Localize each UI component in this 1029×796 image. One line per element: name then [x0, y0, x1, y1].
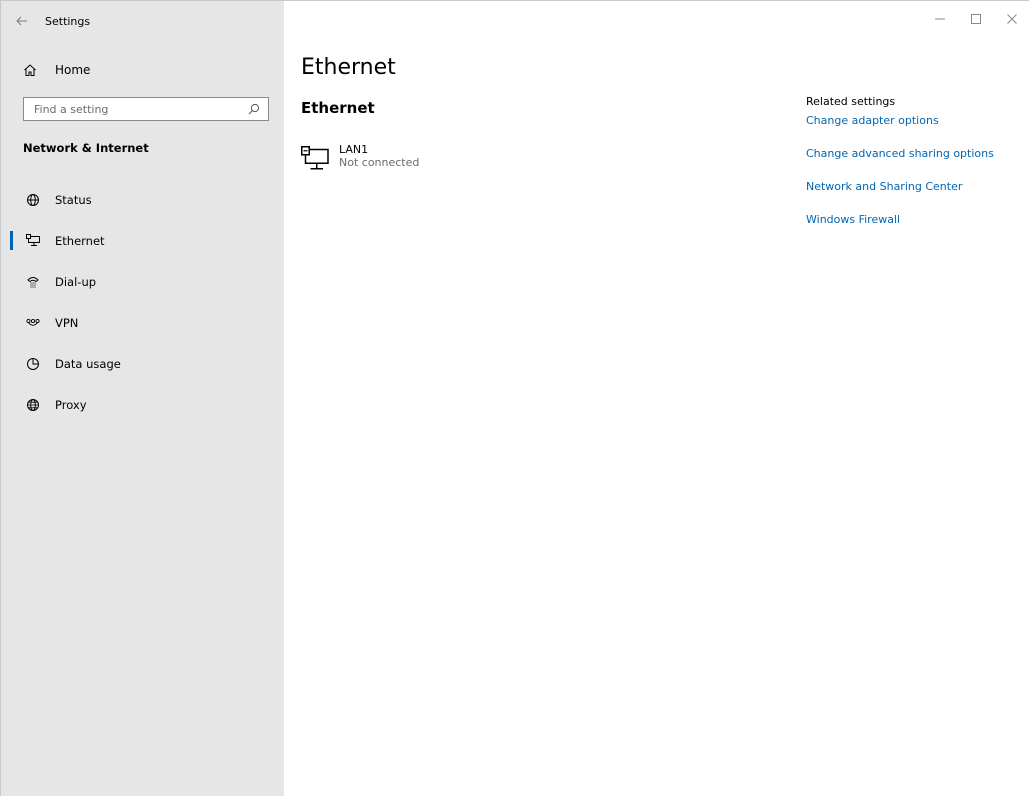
minimize-icon	[935, 18, 945, 20]
related-settings: Related settings Change adapter options …	[806, 95, 994, 246]
settings-window: Settings Home Network & Internet	[0, 0, 1029, 796]
adapter-text: LAN1 Not connected	[339, 143, 419, 170]
adapter-name: LAN1	[339, 143, 369, 156]
sidebar-item-data-usage[interactable]: Data usage	[1, 343, 284, 384]
app-title: Settings	[45, 14, 91, 28]
page-title: Ethernet	[301, 55, 396, 80]
sidebar-item-label: Data usage	[55, 356, 121, 371]
sidebar-item-status[interactable]: Status	[1, 179, 284, 220]
nav-list: Status Ethernet Dial-up VPN Data usage P…	[1, 179, 284, 425]
change-advanced-sharing-link[interactable]: Change advanced sharing options	[806, 147, 994, 160]
search-icon[interactable]	[248, 103, 260, 115]
sidebar-item-dialup[interactable]: Dial-up	[1, 261, 284, 302]
back-arrow-icon	[16, 16, 27, 26]
network-sharing-center-link[interactable]: Network and Sharing Center	[806, 180, 994, 193]
home-icon	[23, 63, 45, 77]
globe-status-icon	[25, 193, 41, 207]
dialup-icon	[25, 275, 41, 289]
close-icon	[1007, 14, 1017, 24]
maximize-icon	[971, 14, 981, 24]
minimize-button[interactable]	[922, 1, 958, 37]
sidebar-item-proxy[interactable]: Proxy	[1, 384, 284, 425]
related-settings-heading: Related settings	[806, 95, 896, 108]
home-label: Home	[55, 63, 91, 77]
sidebar: Settings Home Network & Internet	[1, 1, 284, 796]
section-header: Network & Internet	[23, 141, 149, 155]
search-box[interactable]	[23, 97, 269, 121]
search-input[interactable]	[34, 102, 248, 116]
sidebar-item-vpn[interactable]: VPN	[1, 302, 284, 343]
title-bar: Settings	[1, 1, 284, 41]
back-button[interactable]	[1, 1, 43, 41]
data-usage-icon	[25, 357, 41, 371]
ethernet-icon	[25, 234, 41, 247]
sidebar-item-label: Ethernet	[55, 233, 105, 248]
vpn-icon	[25, 318, 41, 328]
sidebar-item-label: Dial-up	[55, 274, 97, 289]
sidebar-item-label: VPN	[55, 315, 79, 330]
sidebar-item-ethernet[interactable]: Ethernet	[1, 220, 284, 261]
section-subtitle: Ethernet	[301, 99, 375, 117]
adapter-entry[interactable]: LAN1 Not connected	[301, 143, 419, 173]
home-nav-item[interactable]: Home	[1, 55, 284, 85]
close-button[interactable]	[994, 1, 1029, 37]
ethernet-adapter-icon	[301, 146, 329, 170]
windows-firewall-link[interactable]: Windows Firewall	[806, 213, 994, 226]
main-content: Ethernet Ethernet LAN1 Not connected Rel…	[284, 1, 1029, 796]
globe-icon	[25, 398, 41, 412]
sidebar-item-label: Status	[55, 192, 92, 207]
sidebar-item-label: Proxy	[55, 397, 87, 412]
caption-buttons	[922, 1, 1029, 37]
adapter-status: Not connected	[339, 156, 420, 169]
maximize-button[interactable]	[958, 1, 994, 37]
change-adapter-options-link[interactable]: Change adapter options	[806, 114, 994, 127]
